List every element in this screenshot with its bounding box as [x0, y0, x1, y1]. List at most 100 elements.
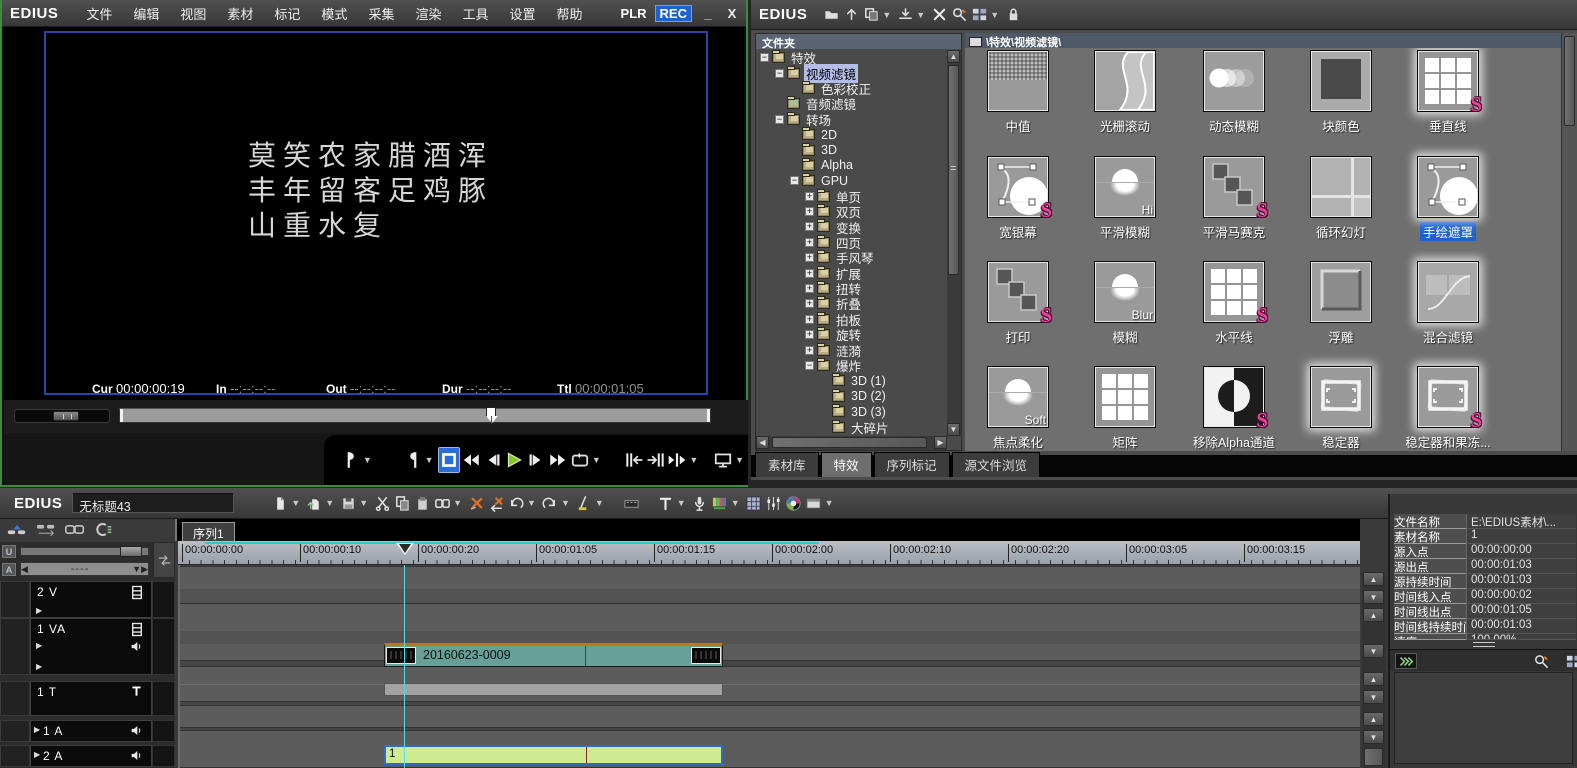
video-track-icon[interactable] [131, 622, 143, 640]
goto-out-icon[interactable] [645, 447, 667, 473]
menu-渲染[interactable]: 渲染 [415, 7, 441, 22]
chevron-down-icon[interactable]: ▼ [359, 498, 368, 508]
expand-box-icon[interactable]: + [805, 192, 814, 201]
chevron-down-icon[interactable]: ▼ [325, 498, 334, 508]
chevron-down-icon[interactable]: ▼ [425, 455, 434, 465]
tree-item-3D (1)[interactable]: 3D (1) [756, 373, 947, 388]
lane-2v[interactable] [180, 566, 1360, 603]
expand-chevrons-icon[interactable] [1395, 653, 1417, 669]
splitter-grip[interactable] [1473, 642, 1495, 647]
expand-box-icon[interactable]: + [805, 315, 814, 324]
scroll-up-icon[interactable]: ▲ [1363, 672, 1384, 686]
tab-素材库[interactable]: 素材库 [755, 452, 819, 477]
effect-垂直线[interactable]: S垂直线 [1398, 50, 1498, 135]
replace-clip-icon[interactable] [432, 494, 452, 512]
expand-arrow-icon[interactable]: ▶ [36, 606, 42, 615]
tree-item-大碎片[interactable]: 大碎片 [756, 419, 947, 434]
tree-item-转场[interactable]: −转场 [756, 112, 947, 127]
insert-overwrite-icon[interactable] [35, 522, 57, 540]
right-arrow-icon[interactable]: ▶ [141, 564, 148, 575]
tab-序列标记[interactable]: 序列标记 [874, 452, 950, 477]
tree-scroll-thumb[interactable] [948, 65, 959, 275]
undo-icon[interactable] [506, 494, 526, 512]
lane-1va[interactable] [180, 603, 1360, 661]
rewind-icon[interactable] [460, 447, 482, 473]
effect-块颜色[interactable]: 块颜色 [1291, 50, 1391, 135]
shuttle-handle[interactable] [53, 411, 79, 421]
effect-中值[interactable]: 中值 [968, 50, 1068, 135]
trim-mode-icon[interactable] [622, 494, 642, 512]
expand-arrow-icon[interactable]: ▶ [36, 641, 42, 650]
timeline-ruler[interactable]: 00:00:00:0000:00:00:1000:00:00:2000:00:0… [178, 541, 1360, 565]
effect-浮雕[interactable]: 浮雕 [1291, 261, 1391, 346]
layout-icon[interactable] [804, 494, 824, 512]
chevron-down-icon[interactable]: ▼ [363, 455, 372, 465]
expand-arrow-icon[interactable]: ▶ [34, 725, 40, 734]
folder-icon[interactable] [821, 6, 841, 24]
track-header-1t[interactable]: 1 T [0, 681, 175, 716]
left-arrow-icon[interactable]: ◀ [21, 564, 28, 575]
effect-动态模糊[interactable]: 动态模糊 [1184, 50, 1284, 135]
lock-icon[interactable] [1003, 6, 1023, 24]
stop-icon[interactable] [438, 447, 460, 473]
play-around-cursor-icon[interactable] [667, 447, 689, 473]
prev-frame-icon[interactable] [482, 447, 504, 473]
expand-arrow-icon[interactable]: ▶ [36, 662, 42, 671]
search-icon[interactable] [1531, 652, 1551, 670]
audio-source-select[interactable]: ◀----▼▶ [20, 562, 149, 576]
expand-box-icon[interactable]: − [805, 361, 814, 370]
expand-box-icon[interactable]: + [805, 269, 814, 278]
menu-帮助[interactable]: 帮助 [557, 7, 583, 22]
tree-hscroll-thumb[interactable] [772, 437, 927, 448]
effects-scroll-thumb[interactable] [1564, 36, 1575, 126]
expand-box-icon[interactable]: + [805, 284, 814, 293]
chevron-down-icon[interactable]: ▼ [561, 498, 570, 508]
video-mute-badge[interactable]: U [2, 545, 16, 558]
chevron-down-icon[interactable]: ▼ [453, 498, 462, 508]
expand-box-icon[interactable]: + [805, 299, 814, 308]
effect-打印[interactable]: S打印 [968, 261, 1068, 346]
chevron-down-icon[interactable]: ▼ [916, 10, 925, 20]
video-track-icon[interactable] [131, 585, 143, 603]
chevron-down-icon[interactable]: ▼ [825, 498, 834, 508]
delete-icon[interactable] [466, 494, 486, 512]
chevron-down-icon[interactable]: ▼ [132, 564, 141, 574]
scroll-up-icon[interactable]: ▲ [947, 50, 960, 63]
scroll-down-icon[interactable]: ▼ [1363, 590, 1384, 604]
close-button[interactable]: X [724, 6, 740, 21]
plr-mode-button[interactable]: PLR [621, 6, 647, 21]
track-header-2a[interactable]: ▶2 A [0, 745, 175, 767]
scroll-thumb[interactable] [1364, 748, 1383, 766]
expand-box-icon[interactable]: + [805, 207, 814, 216]
menu-模式[interactable]: 模式 [321, 7, 347, 22]
speaker-icon[interactable] [130, 640, 143, 656]
position-marker[interactable] [486, 407, 498, 424]
chevron-down-icon[interactable]: ▼ [731, 498, 740, 508]
voiceover-mic-icon[interactable] [690, 494, 710, 512]
track-header-2v[interactable]: 2 V▶ [0, 581, 175, 618]
chevron-down-icon[interactable]: ▼ [689, 455, 698, 465]
track-height-slider[interactable] [20, 547, 149, 556]
effect-手绘遮罩[interactable]: 手绘遮罩 [1398, 156, 1498, 241]
lane-1t[interactable] [180, 666, 1360, 702]
effect-水平线[interactable]: S水平线 [1184, 261, 1284, 346]
tree-item-Alpha[interactable]: Alpha [756, 158, 947, 173]
menu-设置[interactable]: 设置 [509, 7, 535, 22]
expand-box-icon[interactable]: + [805, 253, 814, 262]
redo-icon[interactable] [540, 494, 560, 512]
expand-box-icon[interactable]: + [805, 346, 814, 355]
timeline-vertical-scrollbars[interactable]: ▲▼▲▼▲▼▲▼ [1362, 572, 1386, 768]
audio-clip[interactable]: 1 [384, 745, 723, 765]
position-bar[interactable] [119, 408, 711, 423]
effect-循环幻灯[interactable]: 循环幻灯 [1291, 156, 1391, 241]
audio-mixer-icon[interactable] [764, 494, 784, 512]
next-frame-icon[interactable] [525, 447, 547, 473]
track-select-strip[interactable] [0, 618, 30, 675]
chevron-down-icon[interactable]: ▼ [990, 10, 999, 20]
open-project-icon[interactable] [304, 494, 324, 512]
scroll-right-icon[interactable]: ▶ [934, 436, 947, 449]
add-cut-point-icon[interactable] [574, 494, 594, 512]
audio-mute-badge[interactable]: A [2, 563, 16, 576]
track-header-1a[interactable]: ▶1 A [0, 720, 175, 742]
minimize-button[interactable]: _ [700, 6, 716, 21]
